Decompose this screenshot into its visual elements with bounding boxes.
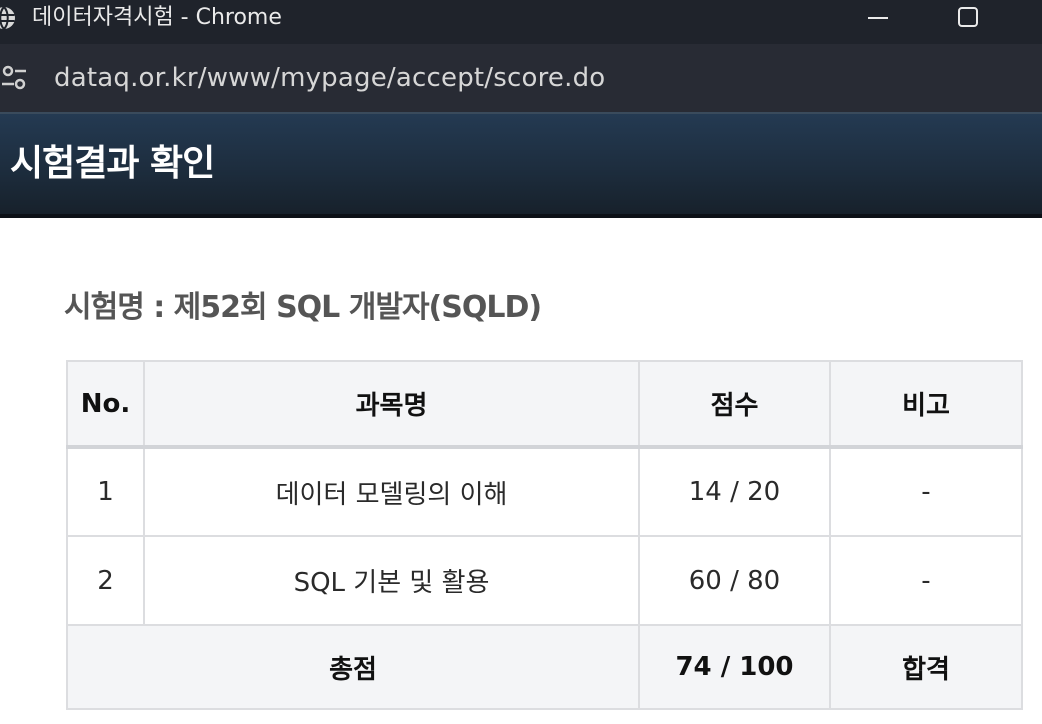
row-subject: 데이터 모델링의 이해 [143, 446, 640, 537]
address-bar: dataq.or.kr/www/mypage/accept/score.do [0, 44, 1042, 112]
row-no: 1 [66, 446, 145, 537]
column-header-remark: 비고 [829, 360, 1023, 448]
table-header-row: No. 과목명 점수 비고 [66, 360, 1023, 448]
page-title: 시험결과 확인 [10, 143, 215, 184]
table-row: 2 SQL 기본 및 활용 60 / 80 - [66, 535, 1023, 626]
minimize-icon[interactable] [856, 4, 900, 34]
score-table: No. 과목명 점수 비고 1 데이터 모델링의 이해 14 / 20 - 2 … [66, 360, 1023, 710]
globe-icon [0, 6, 15, 30]
window-title-bar: 데이터자격시험 - Chrome [0, 0, 1042, 44]
exam-name: 시험명 : 제52회 SQL 개발자(SQLD) [64, 290, 542, 325]
row-score: 60 / 80 [638, 535, 831, 626]
column-header-score: 점수 [638, 360, 831, 448]
total-label: 총점 [66, 624, 640, 710]
column-header-no: No. [66, 360, 145, 448]
row-remark: - [829, 446, 1023, 537]
url-field[interactable]: dataq.or.kr/www/mypage/accept/score.do [54, 62, 605, 94]
row-no: 2 [66, 535, 145, 626]
column-header-subject: 과목명 [143, 360, 640, 448]
row-score: 14 / 20 [638, 446, 831, 537]
tune-icon[interactable] [0, 60, 28, 96]
pass-result: 합격 [829, 624, 1023, 710]
total-row: 총점 74 / 100 합격 [66, 624, 1023, 710]
window-title: 데이터자격시험 - Chrome [32, 5, 282, 30]
row-subject: SQL 기본 및 활용 [143, 535, 640, 626]
page-header: 시험결과 확인 [0, 112, 1042, 218]
maximize-icon[interactable] [946, 4, 990, 34]
total-score: 74 / 100 [638, 624, 831, 710]
table-row: 1 데이터 모델링의 이해 14 / 20 - [66, 446, 1023, 537]
row-remark: - [829, 535, 1023, 626]
